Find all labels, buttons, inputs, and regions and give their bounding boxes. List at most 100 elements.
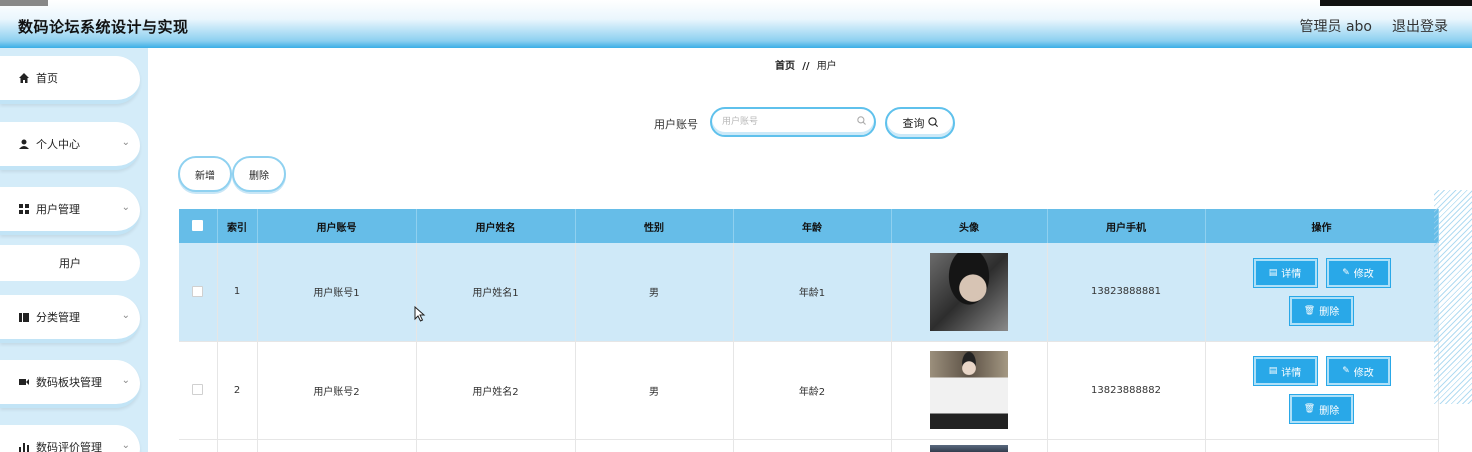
column-header: 性别 [575, 209, 734, 243]
user-icon [18, 139, 30, 149]
name-cell [416, 439, 576, 452]
search-box [710, 107, 876, 137]
document-icon: ▤ [1268, 366, 1278, 376]
account-cell: 用户账号2 [257, 341, 417, 440]
row-delete-button-label: 删除 [1319, 405, 1340, 417]
avatar [930, 444, 1008, 452]
sidebar-item-user-management[interactable]: 用户管理 ⌄ [0, 187, 140, 235]
avatar-cell [891, 341, 1048, 440]
sidebar-item-category-management[interactable]: 分类管理 ⌄ [0, 295, 140, 343]
logout-link[interactable]: 退出登录 [1392, 16, 1448, 36]
chevron-down-icon: ⌄ [121, 137, 130, 148]
sidebar-item-label: 数码评价管理 [36, 441, 102, 452]
sidebar-item-personal-center[interactable]: 个人中心 ⌄ [0, 122, 140, 170]
row-delete-button[interactable]: 🗑 删除 [1289, 295, 1354, 326]
mouse-pointer-icon [414, 305, 426, 326]
account-cell [257, 439, 417, 452]
column-header: 用户账号 [257, 209, 417, 243]
search-icon [857, 116, 866, 128]
age-cell: 年龄2 [733, 341, 892, 440]
sidebar-item-home[interactable]: 首页 [0, 56, 140, 104]
book-icon [18, 312, 30, 322]
phone-cell [1047, 439, 1206, 452]
avatar-cell [891, 439, 1048, 452]
delete-button[interactable]: 删除 [232, 156, 286, 192]
document-icon: ▤ [1268, 267, 1278, 278]
chevron-down-icon: ⌄ [121, 310, 130, 321]
current-user: 管理员 abo [1299, 19, 1372, 35]
row-delete-button[interactable]: 🗑 删除 [1289, 394, 1354, 424]
detail-button[interactable]: ▤ 详情 [1252, 356, 1318, 386]
column-header: 索引 [217, 209, 258, 243]
sidebar-item-label: 分类管理 [36, 311, 80, 324]
main-content: 首页 // 用户 用户账号 查询 新增 删除 索引 用户账号 用户姓名 性别 [148, 48, 1472, 452]
breadcrumb-current: 用户 [816, 61, 837, 72]
detail-button-label: 详情 [1281, 367, 1302, 379]
column-header: 头像 [891, 209, 1048, 243]
operations-cell: ▤ 详情 ✎ 修改 🗑 删除 [1205, 341, 1439, 440]
chevron-down-icon: ⌄ [121, 202, 130, 213]
table-row[interactable]: 2 用户账号2 用户姓名2 男 年龄2 13823888882 ▤ 详情 ✎ 修改 … [179, 341, 1439, 440]
phone-cell: 13823888882 [1047, 341, 1206, 440]
index-cell [217, 439, 258, 452]
sidebar-item-label: 数码板块管理 [36, 376, 102, 389]
gender-cell [575, 439, 734, 452]
table-row[interactable]: 1 用户账号1 用户姓名1 男 年龄1 13823888881 ▤ 详情 ✎ 修改 … [179, 243, 1439, 342]
search-input[interactable] [712, 109, 874, 135]
sidebar-item-board-management[interactable]: 数码板块管理 ⌄ [0, 360, 140, 408]
top-header: 数码论坛系统设计与实现 管理员 abo 退出登录 [0, 0, 1472, 48]
table-header-row: 索引 用户账号 用户姓名 性别 年龄 头像 用户手机 操作 [179, 209, 1439, 243]
column-header: 年龄 [733, 209, 892, 243]
avatar [930, 252, 1008, 331]
chevron-down-icon: ⌄ [121, 375, 130, 386]
pencil-icon: ✎ [1342, 267, 1350, 278]
operations-cell: ▤ 详情 ✎ 修改 🗑 删除 [1205, 243, 1439, 342]
column-header: 用户姓名 [416, 209, 576, 243]
row-select-cell [179, 439, 218, 452]
detail-button[interactable]: ▤ 详情 [1252, 257, 1318, 288]
add-button[interactable]: 新增 [178, 156, 232, 192]
breadcrumb-separator: // [802, 61, 810, 72]
edit-button-label: 修改 [1353, 269, 1374, 281]
sidebar: 首页 个人中心 ⌄ 用户管理 ⌄ 用户 分类管理 ⌄ 数码板块管理 ⌄ 数码评价… [0, 48, 148, 452]
select-all-cell [179, 209, 218, 243]
grid-icon [18, 204, 30, 214]
name-cell: 用户姓名1 [416, 243, 576, 342]
search-icon [927, 116, 938, 130]
row-checkbox[interactable] [192, 286, 204, 297]
gender-cell: 男 [575, 341, 734, 440]
name-cell: 用户姓名2 [416, 341, 576, 440]
row-select-cell [179, 341, 218, 440]
decorative-stripes [1434, 190, 1472, 404]
sidebar-subitem-user[interactable]: 用户 [0, 245, 140, 281]
row-select-cell [179, 243, 218, 342]
pencil-icon: ✎ [1342, 366, 1350, 376]
sidebar-item-label: 首页 [36, 72, 58, 85]
user-table: 索引 用户账号 用户姓名 性别 年龄 头像 用户手机 操作 1 用户账号1 用户… [179, 209, 1439, 452]
bar-chart-icon [18, 442, 30, 452]
breadcrumb: 首页 // 用户 [775, 57, 837, 72]
query-button[interactable]: 查询 [885, 107, 955, 139]
index-cell: 2 [217, 341, 258, 440]
column-header: 用户手机 [1047, 209, 1206, 243]
home-icon [18, 73, 30, 83]
edit-button[interactable]: ✎ 修改 [1325, 356, 1391, 386]
index-cell: 1 [217, 243, 258, 342]
window-edge-right [1320, 0, 1472, 6]
app-title: 数码论坛系统设计与实现 [18, 18, 189, 36]
gender-cell: 男 [575, 243, 734, 342]
row-checkbox[interactable] [192, 384, 204, 396]
edit-button[interactable]: ✎ 修改 [1325, 257, 1391, 288]
age-cell [733, 439, 892, 452]
account-cell: 用户账号1 [257, 243, 417, 342]
breadcrumb-home[interactable]: 首页 [775, 61, 795, 72]
avatar [930, 351, 1008, 429]
search-label: 用户账号 [654, 118, 698, 131]
table-row[interactable] [179, 439, 1439, 452]
sidebar-item-review-management[interactable]: 数码评价管理 ⌄ [0, 425, 140, 452]
column-header: 操作 [1205, 209, 1439, 243]
detail-button-label: 详情 [1281, 269, 1302, 281]
age-cell: 年龄1 [733, 243, 892, 342]
select-all-checkbox[interactable] [192, 220, 204, 232]
chevron-down-icon: ⌄ [121, 440, 130, 451]
